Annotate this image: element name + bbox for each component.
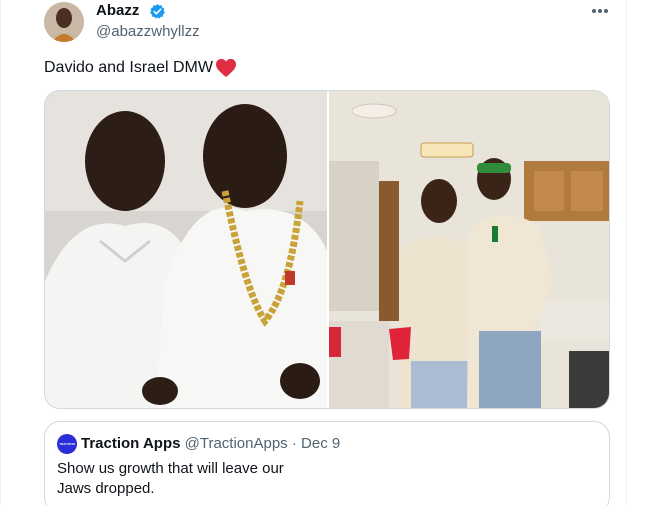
quoted-tweet-text: Show us growth that will leave our Jaws …	[57, 459, 357, 499]
left-border	[0, 0, 1, 505]
quoted-author-handle[interactable]: @TractionApps	[185, 435, 288, 452]
more-horizontal-icon	[592, 9, 608, 13]
photo-two-men-white-shirts	[45, 91, 327, 408]
quoted-tweet[interactable]: TRACTION Traction Apps @TractionApps · D…	[44, 421, 610, 505]
right-border	[626, 0, 627, 505]
photo-two-men-kitchen	[329, 91, 609, 408]
more-options-button[interactable]	[586, 2, 614, 20]
quoted-text-line-2: Jaws dropped.	[57, 480, 155, 497]
verified-badge-icon	[150, 4, 165, 19]
author-avatar[interactable]	[44, 2, 84, 42]
tweet-media[interactable]	[44, 90, 610, 409]
quoted-separator: ·	[291, 435, 297, 452]
quoted-date[interactable]: Dec 9	[301, 435, 340, 452]
author-handle[interactable]: @abazzwhyllzz	[96, 23, 200, 40]
tweet-card: Abazz @abazzwhyllzz Davido and Israel DM…	[0, 0, 647, 505]
quoted-avatar-brand-mark: TRACTION	[59, 442, 75, 446]
tweet-text-content: Davido and Israel DMW	[44, 59, 213, 76]
quoted-text-line-1: Show us growth that will leave our	[57, 460, 284, 477]
media-photo-left[interactable]	[45, 91, 327, 408]
quoted-author-avatar[interactable]: TRACTION	[57, 434, 77, 454]
quoted-author-name[interactable]: Traction Apps	[81, 435, 180, 452]
red-heart-icon	[215, 58, 236, 78]
quoted-tweet-header: Traction Apps @TractionApps · Dec 9	[81, 435, 340, 452]
media-photo-right[interactable]	[329, 91, 609, 408]
tweet-text: Davido and Israel DMW	[44, 58, 237, 78]
author-display-name[interactable]: Abazz	[96, 2, 139, 19]
